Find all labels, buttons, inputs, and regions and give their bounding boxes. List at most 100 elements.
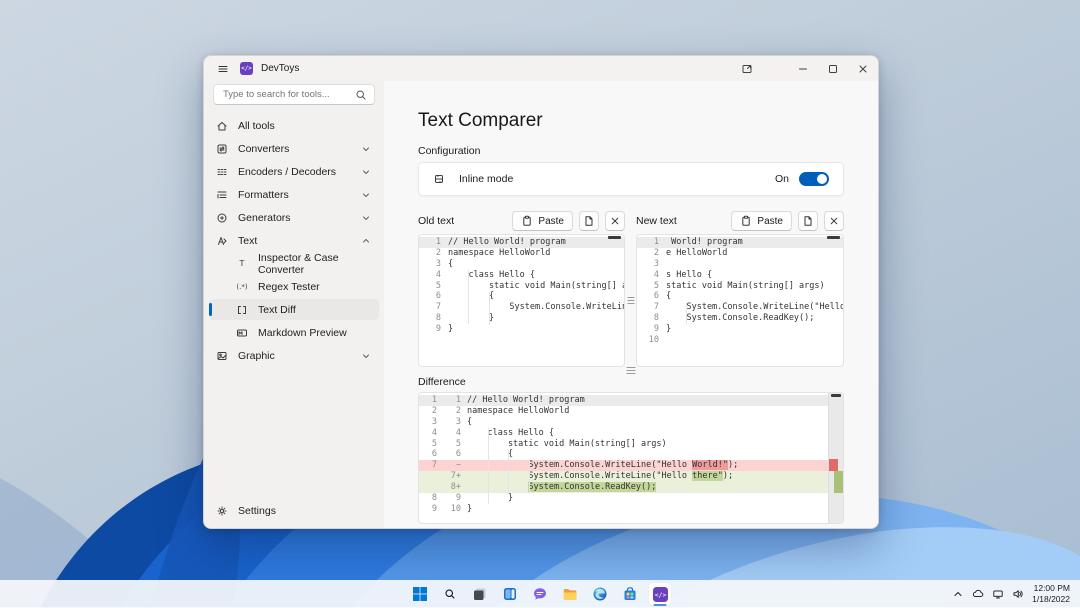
titlebar: </> DevToys [204,56,878,81]
formatters-icon [216,189,228,201]
sidebar-item-all-tools[interactable]: All tools [209,115,379,136]
code-line: 1// Hello World! program [419,237,624,248]
sidebar-item-label: Graphic [238,350,275,362]
graphic-icon [216,350,228,362]
tray-cloud-icon[interactable] [971,588,984,601]
scrollbar-thumb[interactable] [608,236,621,239]
difference-viewer[interactable]: 11// Hello World! program22namespace Hel… [418,392,844,524]
sidebar-item-graphic[interactable]: Graphic [209,345,379,366]
code-line: 6 { [419,291,624,302]
sidebar-item-converters[interactable]: Converters [209,138,379,159]
inline-mode-toggle[interactable] [799,172,829,186]
widgets-icon[interactable] [498,582,522,606]
old-paste-button[interactable]: Paste [512,211,573,231]
search-input[interactable] [221,88,355,101]
maximize-button[interactable] [818,56,848,81]
old-line-number [419,471,437,482]
scrollbar-thumb[interactable] [827,236,840,239]
taskbar: </> 12:00 PM 1/18/2022 [0,580,1080,608]
line-number: 2 [419,248,448,259]
code-line: 3{ [419,259,624,270]
line-number: 4 [419,270,448,281]
line-text: // Hello World! program [448,237,624,248]
diff-line: 8+ System.Console.ReadKey(); [419,482,843,493]
scrollbar-thumb[interactable] [831,394,841,397]
inspector-icon: T [236,258,248,270]
new-text-editor[interactable]: 1 World! program2e HelloWorld34s Hello {… [636,234,844,367]
difference-label: Difference [418,376,844,388]
old-clear-button[interactable] [605,211,625,231]
edge-icon[interactable] [588,582,612,606]
sidebar-item-text-diff[interactable]: Text Diff [209,299,379,320]
line-number: 7 [637,302,666,313]
sidebar-item-label: Inspector & Case Converter [258,252,372,276]
tray-volume-icon[interactable] [1011,588,1024,601]
line-number: 3 [637,259,666,270]
taskbar-clock[interactable]: 12:00 PM 1/18/2022 [1032,583,1070,605]
chevron-down-icon [360,143,372,155]
search-icon[interactable] [438,582,462,606]
vertical-splitter-handle[interactable] [628,297,635,306]
sidebar-item-label: Encoders / Decoders [238,166,336,178]
old-line-number: 5 [419,439,437,450]
tray-network-icon[interactable] [991,588,1004,601]
start-icon[interactable] [408,582,432,606]
compact-overlay-icon[interactable] [732,56,762,81]
chevron-down-icon [360,189,372,201]
line-number: 1 [637,237,666,248]
sidebar-item-inspector-case-converter[interactable]: T Inspector & Case Converter [209,253,379,274]
diff-line: 7+ System.Console.WriteLine("Hello there… [419,471,843,482]
minimize-button[interactable] [788,56,818,81]
new-paste-button[interactable]: Paste [731,211,792,231]
new-open-file-button[interactable] [798,211,818,231]
old-text-editor[interactable]: 1// Hello World! program2namespace Hello… [418,234,625,367]
line-number: 8 [419,313,448,324]
new-clear-button[interactable] [824,211,844,231]
old-line-number: 3 [419,417,437,428]
store-icon[interactable] [618,582,642,606]
chat-icon[interactable] [528,582,552,606]
old-open-file-button[interactable] [579,211,599,231]
tray-chevron-up-icon[interactable] [951,588,964,601]
page-title: Text Comparer [418,110,844,132]
new-line-number: 5 [443,439,461,450]
markdown-icon [236,327,248,339]
overview-ruler[interactable] [828,393,843,523]
line-text: namespace HelloWorld [467,406,843,417]
sidebar-item-settings[interactable]: Settings [209,500,379,521]
line-text: static void Main(string[] args) [448,281,624,292]
line-text: namespace HelloWorld [448,248,624,259]
line-text: { [467,417,843,428]
indent-guide [468,270,469,324]
new-line-number: − [443,460,461,471]
line-text: { [467,449,843,460]
diff-line: 66 { [419,449,843,460]
horizontal-splitter-handle[interactable] [627,367,636,374]
code-line: 7 System.Console.WriteLine("Hello there"… [637,302,843,313]
clock-time: 12:00 PM [1032,583,1070,594]
hamburger-menu-button[interactable] [214,60,232,78]
file-explorer-icon[interactable] [558,582,582,606]
tool-search-box[interactable] [213,84,375,105]
chevron-down-icon [360,212,372,224]
clear-x-icon [828,215,840,227]
clipboard-icon [740,215,752,227]
code-line: 9} [637,324,843,335]
new-line-number: 10 [443,504,461,515]
close-button[interactable] [848,56,878,81]
sidebar-item-formatters[interactable]: Formatters [209,184,379,205]
chevron-up-icon [360,235,372,247]
line-text [666,335,843,346]
sidebar-item-encoders-decoders[interactable]: Encoders / Decoders [209,161,379,182]
task-view-icon[interactable] [468,582,492,606]
diff-line: 44 class Hello { [419,428,843,439]
sidebar-item-regex-tester[interactable]: (.*)Regex Tester [209,276,379,297]
clock-date: 1/18/2022 [1032,594,1070,605]
sidebar-item-text[interactable]: Text [209,230,379,251]
sidebar-item-label: Generators [238,212,291,224]
sidebar-item-markdown-preview[interactable]: Markdown Preview [209,322,379,343]
sidebar-item-generators[interactable]: Generators [209,207,379,228]
code-line: 2e HelloWorld [637,248,843,259]
devtoys-icon[interactable]: </> [648,582,672,606]
line-number: 6 [419,291,448,302]
